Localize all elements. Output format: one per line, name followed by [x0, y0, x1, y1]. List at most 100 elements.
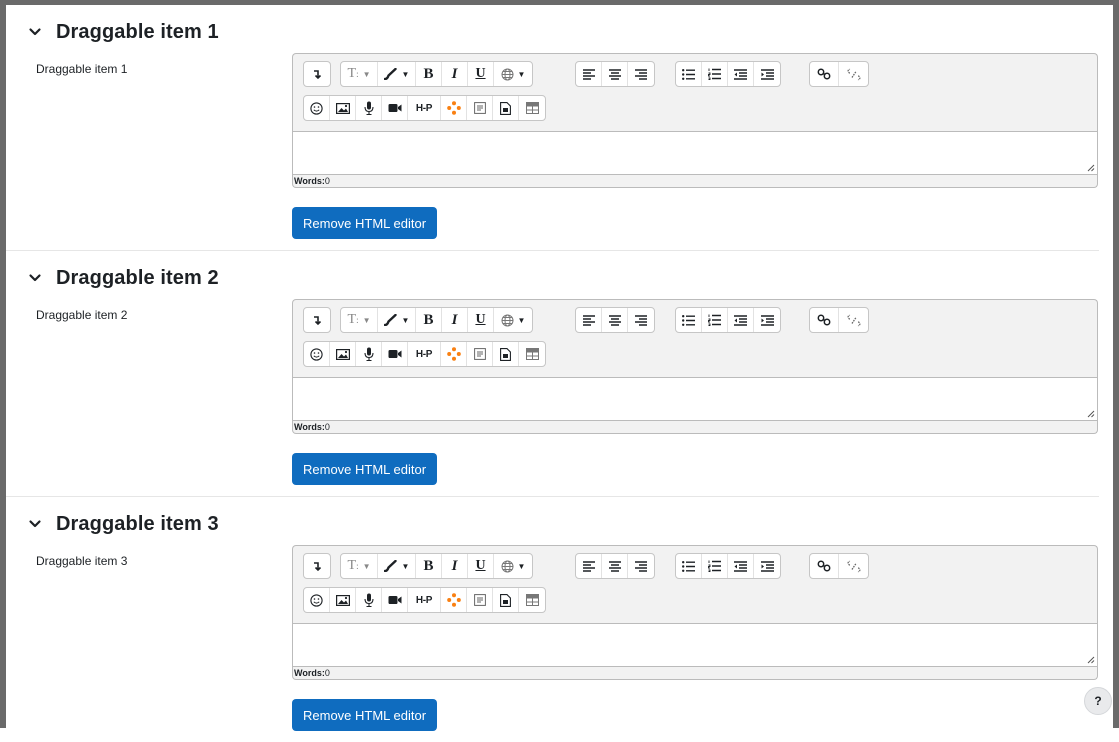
resize-handle-icon[interactable]	[1086, 409, 1095, 418]
link-icon[interactable]	[810, 308, 839, 332]
resize-handle-icon[interactable]	[1086, 655, 1095, 664]
bold-icon[interactable]: B	[416, 308, 442, 332]
align-left-icon[interactable]	[576, 308, 602, 332]
align-right-icon[interactable]	[628, 308, 654, 332]
resize-handle-icon[interactable]	[1086, 163, 1095, 172]
toolbar-group: T: ▼ ▼ B I U ▼	[340, 307, 533, 333]
font-color-icon[interactable]: ▼	[378, 62, 416, 86]
word-count-label: Words:	[294, 422, 325, 432]
show-more-icon[interactable]	[304, 308, 330, 332]
language-icon[interactable]: ▼	[494, 554, 532, 578]
italic-icon[interactable]: I	[442, 308, 468, 332]
indent-icon[interactable]	[754, 62, 780, 86]
numbered-list-icon[interactable]	[702, 308, 728, 332]
bullet-list-icon[interactable]	[676, 308, 702, 332]
h5p-icon[interactable]: H-P	[408, 588, 441, 612]
link-icon[interactable]	[810, 62, 839, 86]
emoji-icon[interactable]	[304, 96, 330, 120]
remove-html-editor-button[interactable]: Remove HTML editor	[292, 453, 438, 485]
remove-html-editor-button[interactable]: Remove HTML editor	[292, 207, 438, 239]
record-audio-icon[interactable]	[356, 342, 382, 366]
align-right-icon[interactable]	[628, 554, 654, 578]
manage-files-icon[interactable]	[493, 96, 519, 120]
language-icon[interactable]: ▼	[494, 62, 532, 86]
table-icon[interactable]	[519, 96, 545, 120]
h5p-icon[interactable]: H-P	[408, 342, 441, 366]
section-header[interactable]: Draggable item 2	[26, 265, 219, 291]
bold-icon[interactable]: B	[416, 554, 442, 578]
editor-content-area[interactable]	[292, 623, 1098, 667]
underline-icon[interactable]: U	[468, 62, 494, 86]
equation-icon[interactable]	[467, 96, 493, 120]
bullet-list-icon[interactable]	[676, 554, 702, 578]
bold-icon[interactable]: B	[416, 62, 442, 86]
editor-content-area[interactable]	[292, 131, 1098, 175]
table-icon[interactable]	[519, 588, 545, 612]
unlink-icon[interactable]	[839, 62, 868, 86]
chevron-down-icon	[29, 28, 41, 36]
manage-files-icon[interactable]	[493, 588, 519, 612]
numbered-list-icon[interactable]	[702, 554, 728, 578]
unlink-icon[interactable]	[839, 308, 868, 332]
word-count: Words:0	[292, 667, 1098, 680]
font-color-icon[interactable]: ▼	[378, 308, 416, 332]
image-icon[interactable]	[330, 588, 356, 612]
media-icon[interactable]	[441, 588, 467, 612]
outdent-icon[interactable]	[728, 62, 754, 86]
numbered-list-icon[interactable]	[702, 62, 728, 86]
help-button[interactable]: ?	[1084, 687, 1112, 715]
unlink-icon[interactable]	[839, 554, 868, 578]
align-right-icon[interactable]	[628, 62, 654, 86]
font-size-icon[interactable]: T: ▼	[341, 308, 378, 332]
show-more-icon[interactable]	[304, 554, 330, 578]
record-audio-icon[interactable]	[356, 96, 382, 120]
h5p-icon[interactable]: H-P	[408, 96, 441, 120]
toolbar-group	[809, 61, 869, 87]
image-icon[interactable]	[330, 96, 356, 120]
equation-icon[interactable]	[467, 342, 493, 366]
toolbar-group	[809, 553, 869, 579]
font-size-icon[interactable]: T: ▼	[341, 554, 378, 578]
remove-html-editor-button[interactable]: Remove HTML editor	[292, 699, 438, 731]
record-video-icon[interactable]	[382, 342, 408, 366]
emoji-icon[interactable]	[304, 342, 330, 366]
draggable-item-section: Draggable item 2 Draggable item 2 T: ▼ ▼ …	[6, 251, 1113, 496]
bullet-list-icon[interactable]	[676, 62, 702, 86]
underline-icon[interactable]: U	[468, 554, 494, 578]
outdent-icon[interactable]	[728, 308, 754, 332]
italic-icon[interactable]: I	[442, 554, 468, 578]
italic-icon[interactable]: I	[442, 62, 468, 86]
align-center-icon[interactable]	[602, 308, 628, 332]
field-label: Draggable item 3	[36, 554, 128, 568]
table-icon[interactable]	[519, 342, 545, 366]
align-left-icon[interactable]	[576, 62, 602, 86]
align-center-icon[interactable]	[602, 62, 628, 86]
section-header[interactable]: Draggable item 1	[26, 19, 219, 45]
align-center-icon[interactable]	[602, 554, 628, 578]
font-color-icon[interactable]: ▼	[378, 554, 416, 578]
show-more-icon[interactable]	[304, 62, 330, 86]
underline-icon[interactable]: U	[468, 308, 494, 332]
editor-toolbar: T: ▼ ▼ B I U ▼ H-P	[292, 545, 1098, 623]
image-icon[interactable]	[330, 342, 356, 366]
toolbar-group: H-P	[303, 95, 546, 121]
font-size-icon[interactable]: T: ▼	[341, 62, 378, 86]
link-icon[interactable]	[810, 554, 839, 578]
align-left-icon[interactable]	[576, 554, 602, 578]
manage-files-icon[interactable]	[493, 342, 519, 366]
media-icon[interactable]	[441, 342, 467, 366]
indent-icon[interactable]	[754, 554, 780, 578]
editor-content-area[interactable]	[292, 377, 1098, 421]
record-video-icon[interactable]	[382, 588, 408, 612]
record-audio-icon[interactable]	[356, 588, 382, 612]
equation-icon[interactable]	[467, 588, 493, 612]
draggable-item-section: Draggable item 1 Draggable item 1 T: ▼ ▼ …	[6, 5, 1113, 250]
section-header[interactable]: Draggable item 3	[26, 511, 219, 537]
outdent-icon[interactable]	[728, 554, 754, 578]
indent-icon[interactable]	[754, 308, 780, 332]
section-title: Draggable item 2	[56, 266, 219, 289]
language-icon[interactable]: ▼	[494, 308, 532, 332]
emoji-icon[interactable]	[304, 588, 330, 612]
media-icon[interactable]	[441, 96, 467, 120]
record-video-icon[interactable]	[382, 96, 408, 120]
